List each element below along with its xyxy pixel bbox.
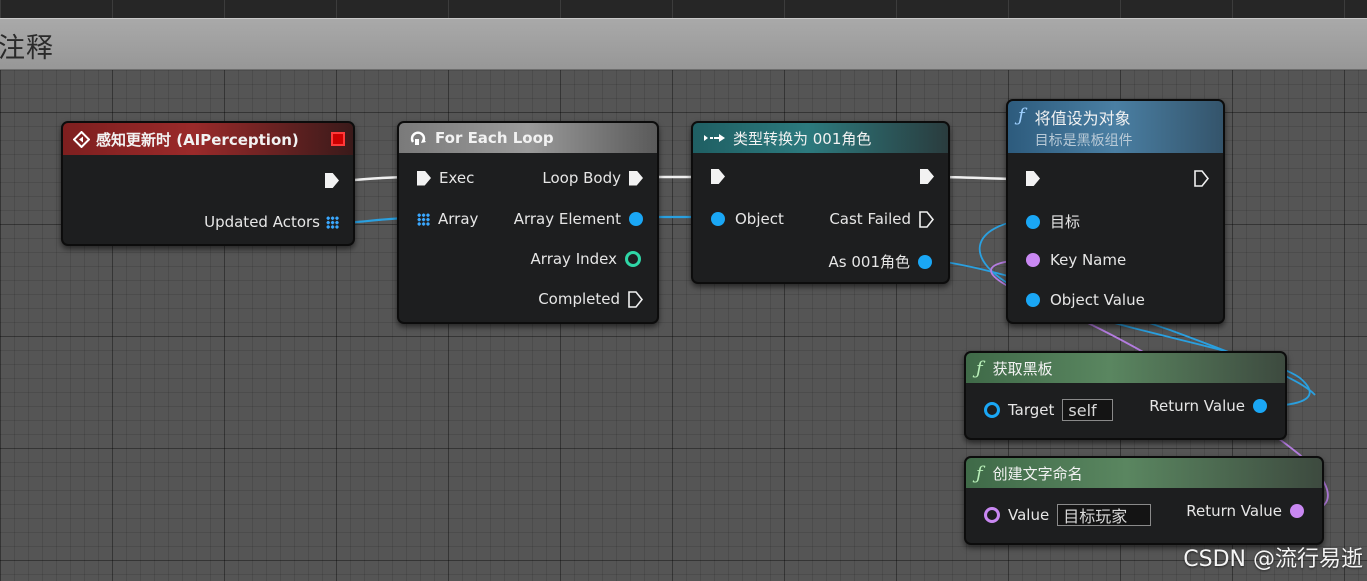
event-node-perception-updated[interactable]: 感知更新时 (AIPerception) Updated Actors [61, 121, 355, 246]
updated-actors-pin[interactable]: Updated Actors [204, 213, 339, 231]
array-pin-icon [417, 212, 430, 226]
set-value-subtitle: 目标是黑板组件 [1034, 133, 1133, 149]
loop-body-label: Loop Body [542, 169, 621, 187]
exec-out-icon [325, 173, 339, 188]
event-delegate-pin-icon[interactable] [331, 132, 345, 146]
value-label: Value [1008, 506, 1050, 524]
for-each-loop-title: For Each Loop [435, 129, 554, 147]
set-value-title: 将值设为对象 [1034, 109, 1131, 128]
set-target-in-pin[interactable]: 目标 [1026, 211, 1080, 232]
exec-hollow-icon [919, 210, 934, 228]
exec-label: Exec [439, 169, 475, 187]
object-pin-icon [984, 402, 1000, 418]
cast-exec-out-pin[interactable] [920, 169, 934, 184]
event-node-header[interactable]: 感知更新时 (AIPerception) [63, 123, 353, 155]
return-value-label: Return Value [1149, 397, 1245, 415]
object-pin-icon [1026, 293, 1040, 307]
loop-exec-in-pin[interactable]: Exec [417, 169, 474, 187]
array-label: Array [438, 210, 479, 228]
cast-exec-in-pin[interactable] [711, 169, 725, 184]
target-label: Target [1008, 401, 1055, 419]
watermark: CSDN @流行易逝 [1183, 547, 1363, 572]
object-pin-icon [918, 254, 932, 269]
loop-body-out-pin[interactable]: Loop Body [542, 169, 643, 187]
event-diamond-icon [73, 130, 90, 148]
exec-hollow-icon [1194, 170, 1209, 187]
cast-node-title: 类型转换为 001角色 [733, 129, 872, 148]
int-pin-icon [625, 251, 641, 267]
object-value-label: Object Value [1050, 291, 1145, 309]
cast-node[interactable]: 类型转换为 001角色 Object Cast Failed As 001角色 [691, 121, 950, 284]
make-literal-name-node[interactable]: ƒ 创建文字命名 Value 目标玩家 Return Value [964, 456, 1324, 545]
loop-array-in-pin[interactable]: Array [417, 210, 478, 228]
as-role-label: As 001角色 [828, 253, 910, 271]
set-keyname-in-pin[interactable]: Key Name [1026, 251, 1126, 269]
completed-out-pin[interactable]: Completed [538, 290, 643, 308]
exec-out-icon [920, 169, 934, 184]
event-node-title: 感知更新时 (AIPerception) [96, 130, 299, 149]
set-exec-in-pin[interactable] [1026, 171, 1040, 186]
make-literal-return-pin[interactable]: Return Value [1186, 502, 1304, 520]
cast-node-header[interactable]: 类型转换为 001角色 [693, 123, 948, 153]
object-label: Object [735, 210, 784, 228]
get-blackboard-title: 获取黑板 [992, 359, 1053, 378]
value-default-field[interactable]: 目标玩家 [1057, 504, 1152, 526]
exec-out-icon [629, 170, 643, 186]
function-icon: ƒ [976, 462, 983, 484]
set-exec-out-pin[interactable] [1194, 170, 1209, 187]
for-each-loop-header[interactable]: For Each Loop [399, 123, 657, 153]
loop-macro-icon [410, 131, 426, 145]
return-value-label: Return Value [1186, 502, 1282, 520]
exec-hollow-icon [628, 290, 643, 308]
cast-failed-label: Cast Failed [829, 210, 911, 228]
get-blackboard-return-pin[interactable]: Return Value [1149, 397, 1267, 415]
set-value-as-object-node[interactable]: ƒ 将值设为对象 目标是黑板组件 目标 Key Name Object Valu… [1006, 99, 1225, 324]
object-pin-icon [1253, 399, 1267, 413]
array-index-label: Array Index [530, 250, 617, 268]
name-pin-icon [1290, 504, 1304, 518]
target-label: 目标 [1050, 213, 1081, 231]
make-literal-value-pin[interactable]: Value 目标玩家 [984, 504, 1152, 526]
exec-in-icon [417, 170, 431, 186]
array-pin-icon [326, 215, 339, 229]
exec-in-icon [711, 169, 725, 184]
for-each-loop-node[interactable]: For Each Loop Exec Array Loop Body Array… [397, 121, 659, 324]
set-object-value-in-pin[interactable]: Object Value [1026, 291, 1145, 309]
array-element-label: Array Element [513, 210, 621, 228]
array-element-out-pin[interactable]: Array Element [514, 210, 643, 228]
get-blackboard-node[interactable]: ƒ 获取黑板 Target self Return Value [964, 351, 1287, 440]
completed-label: Completed [538, 290, 620, 308]
cast-failed-out-pin[interactable]: Cast Failed [829, 210, 934, 228]
as-role-out-pin[interactable]: As 001角色 [829, 251, 932, 272]
key-name-label: Key Name [1050, 251, 1127, 269]
object-pin-icon [629, 212, 643, 226]
updated-actors-label: Updated Actors [204, 213, 320, 231]
name-pin-icon [1026, 253, 1040, 267]
get-blackboard-target-pin[interactable]: Target self [984, 399, 1114, 421]
array-index-out-pin[interactable]: Array Index [531, 250, 641, 268]
get-blackboard-header[interactable]: ƒ 获取黑板 [966, 353, 1285, 383]
set-value-header[interactable]: ƒ 将值设为对象 目标是黑板组件 [1008, 101, 1223, 153]
exec-in-icon [1026, 171, 1040, 186]
function-icon: ƒ [976, 357, 983, 379]
object-pin-icon [711, 212, 725, 226]
function-icon: ƒ [1018, 105, 1025, 126]
make-literal-title: 创建文字命名 [992, 464, 1083, 483]
name-pin-icon [984, 507, 1000, 523]
object-pin-icon [1026, 214, 1040, 229]
target-default-field[interactable]: self [1062, 399, 1114, 421]
cast-arrow-icon [704, 134, 725, 142]
make-literal-header[interactable]: ƒ 创建文字命名 [966, 458, 1322, 488]
cast-object-in-pin[interactable]: Object [711, 210, 784, 228]
event-exec-out-pin[interactable] [325, 173, 339, 188]
